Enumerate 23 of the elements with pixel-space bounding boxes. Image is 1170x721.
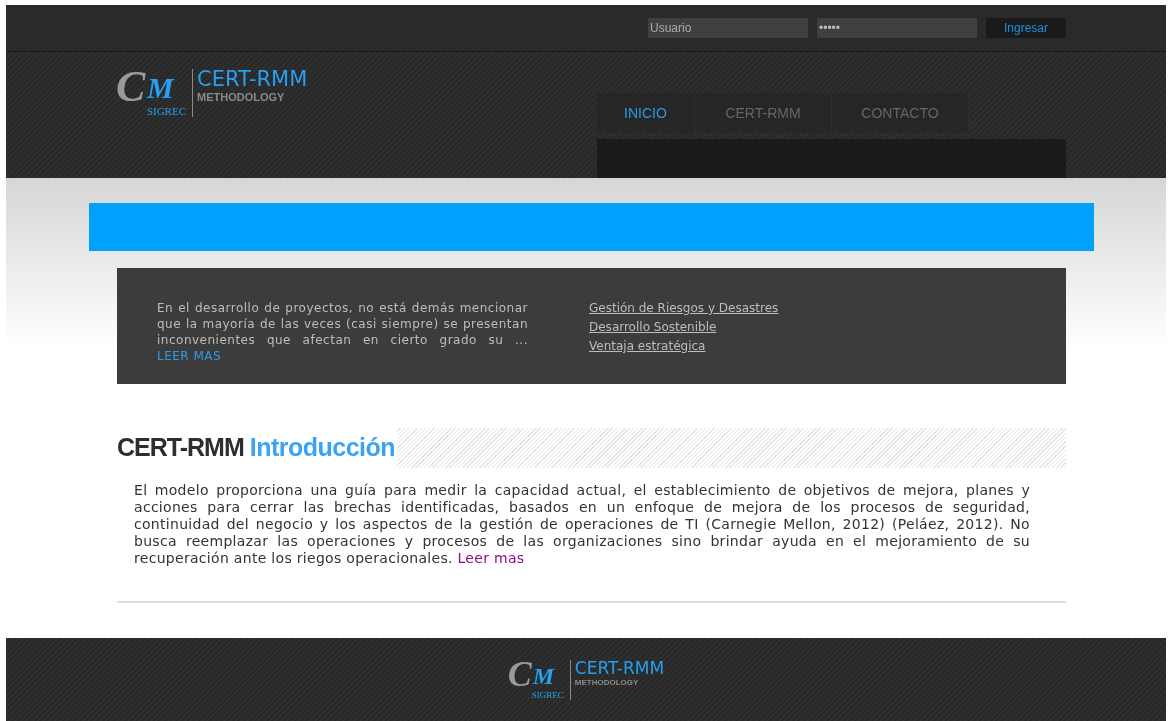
logo-letter: M	[532, 663, 555, 688]
topic-link[interactable]: Gestión de Riesgos y Desastres	[589, 300, 779, 316]
password-field[interactable]: •••••	[817, 18, 977, 38]
logo-title: CERT-RMM	[574, 659, 665, 677]
topic-link[interactable]: Ventaja estratégica	[589, 338, 706, 354]
section-title: CERT-RMM	[117, 432, 244, 464]
logo-title: CERT-RMM	[197, 69, 308, 90]
topic-link[interactable]: Desarrollo Sostenible	[589, 319, 717, 335]
read-more-link[interactable]: Leer mas	[457, 550, 525, 566]
logo-subtitle: METHODOLOGY	[574, 678, 640, 687]
logo-letter: C	[507, 655, 532, 692]
nav-tab[interactable]: INICIO	[597, 93, 695, 133]
logo-letter: M	[147, 73, 174, 103]
logo-caption: SIGREC	[531, 690, 564, 700]
login-button[interactable]: Ingresar	[986, 18, 1066, 38]
logo-letter: C	[116, 65, 146, 109]
logo-subtitle: METHODOLOGY	[197, 92, 286, 103]
section-paragraph: El modelo proporciona una guía para medir la capacidad actual, el establecimiento de objetivos de mejora, planes y acciones para cerrar las brechas identificadas, basados en un enfoque de mejora de los procesos de seguridad, continuidad del negocio y los aspectos de la gestión de operaciones de TI (Carnegie Mellon, 2012) (Peláez, 2012). No busca reemplazar las operaciones y procesos de las organizaciones sino brindar ayuda en el mejoramiento de su recuperación ante los riegos operacionales. Leer mas	[134, 482, 1030, 567]
logo-caption: SIGREC	[146, 106, 186, 117]
username-field[interactable]: Usuario	[648, 18, 808, 38]
intro-text: En el desarrollo de proyectos, no está demás mencionar que la mayoría de las veces (casi siempre) se presentan inconvenientes que afectan en cierto grado su ... LEER MAS	[157, 300, 528, 365]
read-more-link[interactable]: LEER MAS	[157, 349, 222, 363]
section-title-highlight: Introducción	[249, 432, 396, 464]
